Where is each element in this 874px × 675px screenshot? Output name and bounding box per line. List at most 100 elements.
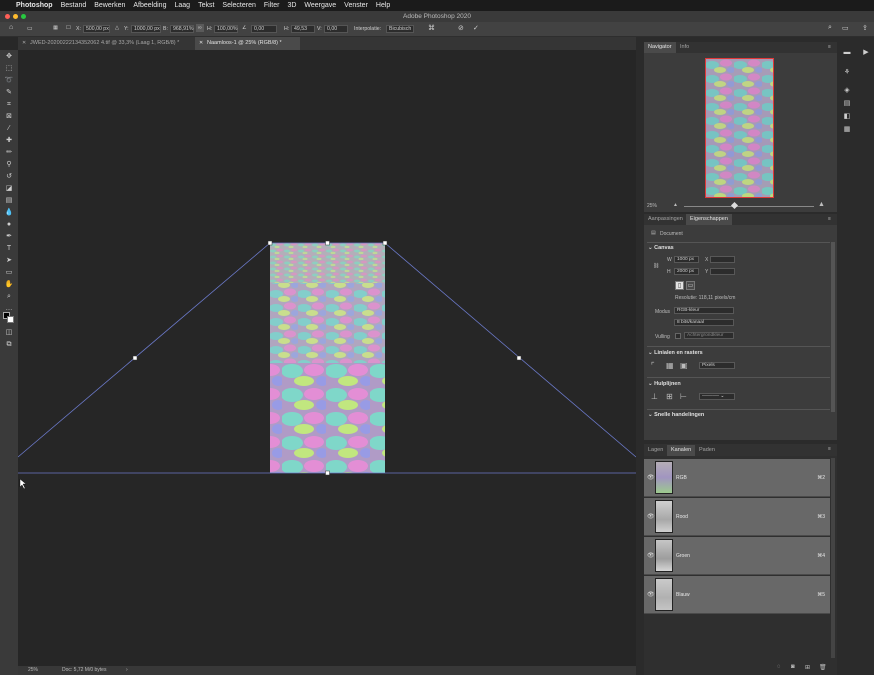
portrait-orientation-icon[interactable]: ▯ [675, 281, 684, 290]
blur-tool-icon[interactable]: 💧 [4, 209, 14, 217]
pixel-grid-icon[interactable]: ▣ [680, 361, 688, 370]
bit-depth-select[interactable]: 8 bits/kanaal [674, 319, 734, 326]
panel-menu-icon[interactable]: ≡ [828, 216, 831, 222]
landscape-orientation-icon[interactable]: ▭ [686, 281, 695, 290]
marquee-tool-icon[interactable]: ⬚ [4, 65, 14, 73]
y-position-field[interactable]: 1000,00 px [131, 25, 161, 33]
channel-row-groen[interactable]: 👁 Groen ⌘4 [644, 537, 830, 575]
menu-weergave[interactable]: Weergave [304, 2, 336, 9]
smart-guides-icon[interactable]: ⊞ [666, 392, 673, 401]
screen-mode-icon[interactable]: ⧉ [4, 341, 14, 349]
transform-handle[interactable] [325, 470, 330, 476]
menu-3d[interactable]: 3D [287, 2, 296, 9]
menu-venster[interactable]: Venster [344, 2, 368, 9]
shape-tool-icon[interactable]: ▭ [4, 269, 14, 277]
reference-toggle[interactable]: ☐ [66, 25, 71, 31]
navigator-preview[interactable] [705, 58, 774, 198]
properties-scrollbar[interactable] [831, 242, 835, 412]
home-icon[interactable]: ⌂ [9, 24, 13, 31]
zoom-in-icon[interactable]: ▲ [818, 201, 825, 208]
minimize-window-button[interactable] [13, 14, 18, 19]
clone-stamp-tool-icon[interactable]: ⚲ [4, 161, 14, 169]
tab-kanalen[interactable]: Kanalen [667, 445, 696, 456]
channels-scrollbar[interactable] [831, 458, 835, 658]
close-icon[interactable]: ✕ [199, 37, 203, 50]
visibility-eye-icon[interactable]: 👁 [647, 552, 655, 559]
tab-document-2[interactable]: ✕ Naamloos-1 @ 25% (RGB/8) * [195, 37, 300, 50]
tab-lagen[interactable]: Lagen [644, 445, 667, 456]
link-icon[interactable]: ⛓ [653, 263, 659, 269]
menu-laag[interactable]: Laag [174, 2, 190, 9]
tab-info[interactable]: Info [676, 42, 693, 53]
canvas-area[interactable] [18, 50, 636, 667]
warp-icon[interactable]: ⌘ [428, 24, 435, 32]
lasso-tool-icon[interactable]: ➰ [4, 77, 14, 85]
canvas-y-field[interactable] [710, 268, 735, 275]
tab-document-1[interactable]: ✕ JWED-20200222134352062 4.tif @ 33,3% (… [18, 37, 195, 50]
brush-tool-icon[interactable]: ✏ [4, 149, 14, 157]
hand-tool-icon[interactable]: ✋ [4, 281, 14, 289]
tab-eigenschappen[interactable]: Eigenschappen [686, 214, 732, 225]
menu-selecteren[interactable]: Selecteren [222, 2, 255, 9]
fill-swatch[interactable] [675, 333, 681, 339]
type-tool-icon[interactable]: T [4, 245, 14, 253]
tab-paden[interactable]: Paden [695, 445, 719, 456]
grid-panel-icon[interactable]: ▦ [841, 125, 853, 134]
interpolation-select[interactable]: Bicubisch [386, 25, 414, 33]
history-brush-tool-icon[interactable]: ↺ [4, 173, 14, 181]
menu-bewerken[interactable]: Bewerken [94, 2, 125, 9]
guide-style-select[interactable]: ───── ⌄ [699, 393, 735, 400]
workspace-icon[interactable]: ▭ [842, 24, 849, 32]
menu-filter[interactable]: Filter [264, 2, 280, 9]
status-arrow-icon[interactable]: › [126, 667, 128, 673]
transform-handle[interactable] [516, 355, 522, 361]
height-percent-field[interactable]: 100,00% [214, 25, 238, 33]
frame-tool-icon[interactable]: ⊠ [4, 113, 14, 121]
3d-icon[interactable]: ◈ [841, 86, 853, 95]
background-color-swatch[interactable] [7, 316, 14, 323]
grid-icon[interactable]: ▦ [666, 361, 674, 370]
zoom-level[interactable]: 25% [28, 667, 38, 673]
link-icon[interactable]: ∞ [196, 24, 204, 32]
guides-section-title[interactable]: ⌄ Hulplijnen [648, 381, 681, 387]
share-icon[interactable]: ⇪ [862, 24, 868, 32]
width-percent-field[interactable]: 968,91% [170, 25, 194, 33]
zoom-slider-thumb[interactable] [730, 201, 739, 210]
zoom-window-button[interactable] [21, 14, 26, 19]
canvas-width-field[interactable]: 1000 px [674, 256, 699, 263]
save-selection-icon[interactable]: ◙ [791, 664, 795, 670]
load-selection-icon[interactable]: ◌ [777, 664, 781, 670]
cancel-transform-icon[interactable]: ⊘ [458, 24, 464, 32]
mode-select[interactable]: RGB-kleur [674, 307, 734, 314]
close-window-button[interactable] [5, 14, 10, 19]
panel-menu-icon[interactable]: ≡ [828, 44, 831, 50]
ruler-icon[interactable]: ⌜ [651, 361, 655, 370]
reference-point-icon[interactable]: ▦ [53, 25, 58, 31]
zoom-out-icon[interactable]: ▲ [673, 202, 678, 208]
transform-handle[interactable] [267, 240, 273, 246]
units-select[interactable]: Pixels [699, 362, 735, 369]
canvas-x-field[interactable] [710, 256, 735, 263]
x-position-field[interactable]: 500,00 px [83, 25, 110, 33]
fill-select[interactable]: Achtergrondkleur [684, 332, 734, 339]
quick-select-tool-icon[interactable]: ✎ [4, 89, 14, 97]
new-channel-icon[interactable]: ⊞ [805, 664, 810, 671]
menu-help[interactable]: Help [376, 2, 390, 9]
path-selection-tool-icon[interactable]: ➤ [4, 257, 14, 265]
canvas-section-title[interactable]: ⌄ Canvas [648, 245, 674, 251]
dodge-tool-icon[interactable]: ● [4, 221, 14, 229]
visibility-eye-icon[interactable]: 👁 [647, 591, 655, 598]
swatches-icon[interactable]: ▬ [841, 48, 853, 57]
visibility-eye-icon[interactable]: 👁 [647, 474, 655, 481]
vskew-field[interactable]: 0,00 [324, 25, 348, 33]
menu-afbeelding[interactable]: Afbeelding [133, 2, 166, 9]
channel-row-rgb[interactable]: 👁 RGB ⌘2 [644, 459, 830, 497]
healing-brush-tool-icon[interactable]: ✚ [4, 137, 14, 145]
brushes-icon[interactable]: ⚘ [841, 68, 853, 77]
pen-tool-icon[interactable]: ✒ [4, 233, 14, 241]
close-icon[interactable]: ✕ [22, 37, 26, 50]
angle-field[interactable]: 0,00 [251, 25, 277, 33]
eraser-tool-icon[interactable]: ◪ [4, 185, 14, 193]
canvas-height-field[interactable]: 2000 px [674, 268, 699, 275]
menu-bestand[interactable]: Bestand [61, 2, 87, 9]
